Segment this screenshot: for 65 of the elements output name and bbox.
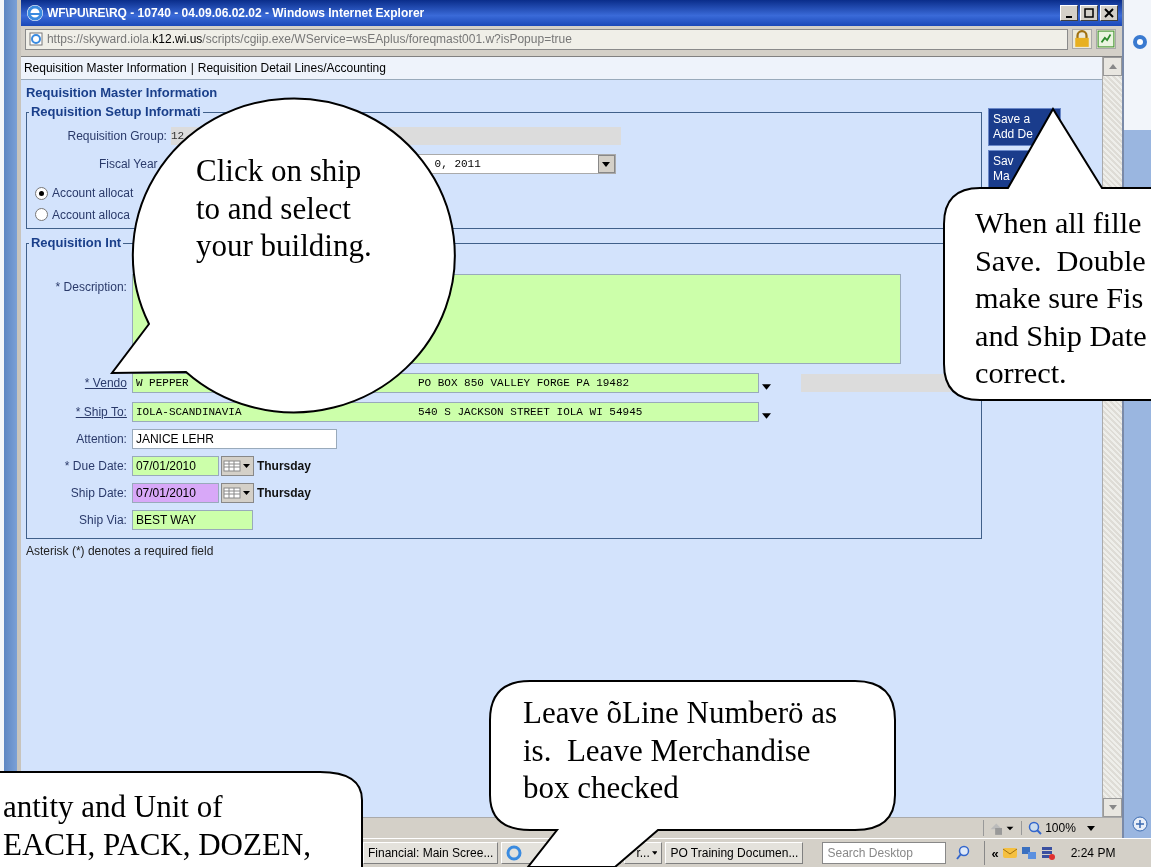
radio-button[interactable] [34,208,48,221]
input-field[interactable]: JANICE LEHR [131,429,337,449]
page-heading: Requisition Master Information [25,84,219,102]
address-field[interactable]: https://skyward.iola.k12.wi.us/scripts/cgiip.exe/WService=wsEAplus/foreqmast001.w?isPopup=true [24,28,1069,50]
scroll-up-icon [1108,64,1117,69]
tab-link[interactable]: Requisition Detail Lines/Accounting [197,61,386,75]
maximize-button[interactable] [1080,5,1099,21]
weekday-label: Thursday [256,459,311,473]
taskbar-button[interactable]: Financial: Main Scree... [363,842,499,864]
calendar-button[interactable] [220,483,254,503]
weekday-label: Thursday [256,486,311,500]
minimize-icon [1066,15,1073,18]
tab-separator: | [190,61,194,75]
close-button[interactable] [1100,5,1119,21]
radio-button[interactable] [34,186,48,200]
field-label: Fiscal Year [98,157,158,171]
field-label: Requisition Group: [66,129,168,143]
maximize-icon [1084,8,1095,18]
close-icon [1104,8,1115,18]
page-icon [28,32,43,46]
caret-icon [1086,825,1095,831]
field-link[interactable]: * Ship To: [75,405,127,419]
input-field[interactable]: BEST WAY [131,510,253,530]
date-field[interactable]: 07/01/2010 [131,483,219,503]
field-label: Ship Via: [79,513,127,527]
radio-label: Account alloca [51,207,130,222]
zoom-in-icon[interactable] [1132,816,1149,832]
callout-text: Leave õLine Numberö as is. Leave Merchandise box checked [523,694,838,807]
caret-icon [602,161,611,167]
network-icon[interactable] [1020,845,1037,861]
callout-text: Click on ship to and select your building. [196,152,372,265]
search-icon[interactable] [955,845,972,861]
section-legend: Requisition Int [28,234,124,252]
lock-icon[interactable] [1072,29,1093,49]
clock: 2:24 PM [1070,846,1116,860]
callout-text: When all fille Save. Double make sure Fis and Ship Date correct. [975,205,1147,392]
field-label: * Due Date: [64,459,127,473]
browser-icon [26,5,43,21]
window-title: WF\PU\RE\RQ - 10740 - 04.09.06.02.02 - Windows Internet Explorer [46,6,426,20]
browser-icon [506,845,523,861]
tray-expand-button[interactable]: « [991,845,999,861]
calendar-button[interactable] [220,456,254,476]
taskbar-button[interactable]: PO Training Documen... [665,842,804,864]
caret-icon[interactable] [761,384,771,390]
scroll-down-icon [1108,805,1117,810]
calendar-icon [222,485,253,501]
lookup-field[interactable]: IOLA-SCANDINAVIA 540 S JACKSON STREET IOLA WI 54945 [131,402,759,422]
caret-icon [651,851,658,855]
section-legend: Requisition Setup Informati [28,103,203,121]
zoom-control[interactable]: 100% [1021,821,1101,835]
server-icon[interactable] [1039,845,1056,861]
field-label: * Description: [55,280,127,294]
caret-icon[interactable] [761,413,771,419]
field-label: Attention: [76,432,127,446]
callout-text: antity and Unit of EACH, PACK, DOZEN, [3,788,312,863]
required-note: Asterisk (*) denotes a required field [25,544,215,560]
radio-label: Account allocat [51,186,134,200]
calendar-icon [222,458,253,474]
field-link[interactable]: * Vendo [84,376,127,390]
search-field[interactable]: Search Desktop [822,842,947,864]
magnifier-icon [1028,821,1043,835]
field-label: Ship Date: [70,486,127,500]
date-field[interactable]: 07/01/2010 [131,456,219,476]
tab-link[interactable]: Requisition Master Information [23,61,187,75]
minimize-button[interactable] [1060,5,1079,21]
